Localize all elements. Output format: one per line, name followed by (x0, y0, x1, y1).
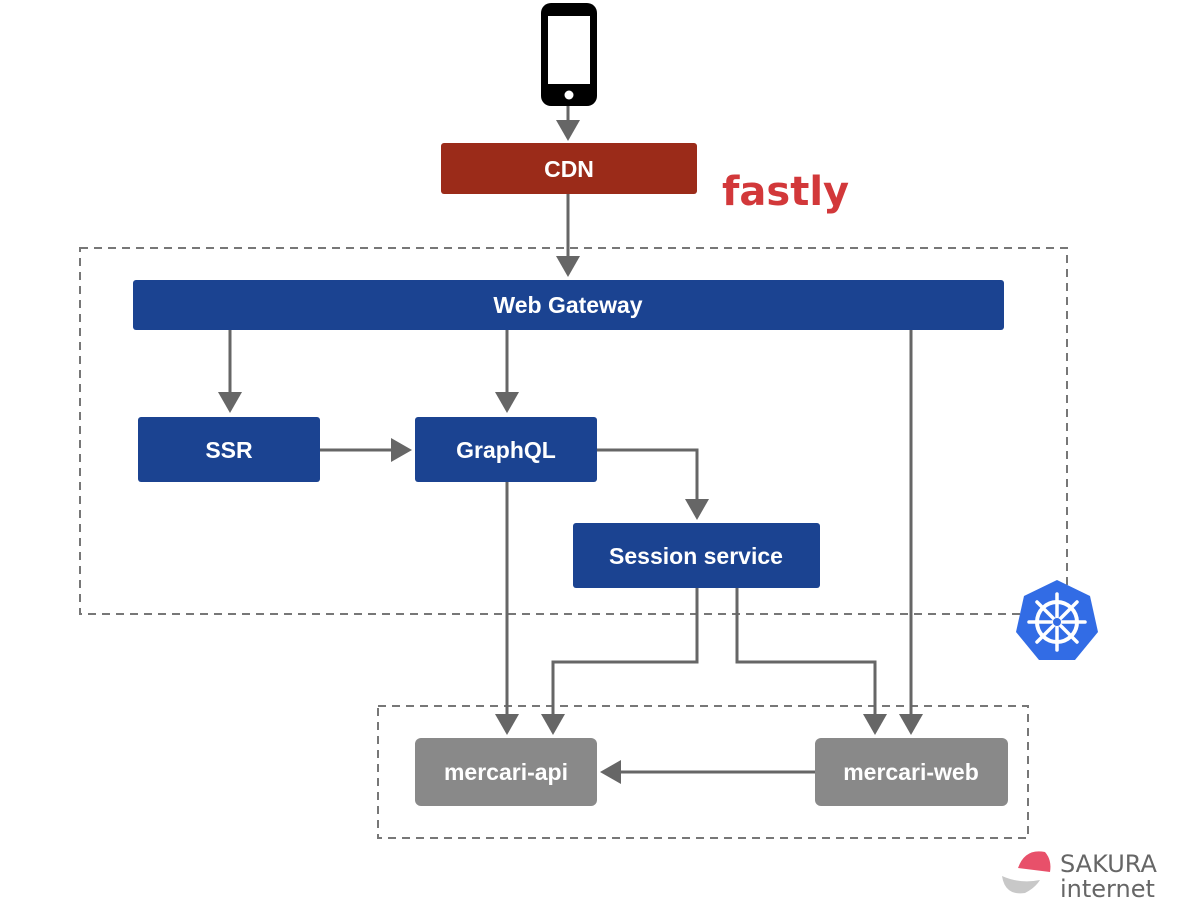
kubernetes-icon (1016, 580, 1098, 660)
web-gateway-label: Web Gateway (493, 292, 642, 318)
smartphone-icon (541, 3, 597, 106)
cdn-node: CDN (441, 143, 697, 194)
session-service-label: Session service (609, 543, 783, 569)
mercari-web-label: mercari-web (843, 759, 979, 785)
graphql-label: GraphQL (456, 437, 556, 463)
mercari-api-label: mercari-api (444, 759, 568, 785)
ssr-label: SSR (205, 437, 253, 463)
sakura-text: SAKURA (1060, 850, 1157, 878)
web-gateway-node: Web Gateway (133, 280, 1004, 330)
session-service-node: Session service (573, 523, 820, 588)
mercari-web-node: mercari-web (815, 738, 1008, 806)
architecture-diagram: CDN Web Gateway SSR GraphQL Session serv… (0, 0, 1200, 904)
fastly-logo: fastly (722, 169, 849, 215)
cdn-label: CDN (544, 156, 594, 182)
graphql-node: GraphQL (415, 417, 597, 482)
ssr-node: SSR (138, 417, 320, 482)
mercari-api-node: mercari-api (415, 738, 597, 806)
sakura-internet-logo: SAKURA internet (1002, 850, 1157, 903)
internet-text: internet (1060, 875, 1155, 903)
